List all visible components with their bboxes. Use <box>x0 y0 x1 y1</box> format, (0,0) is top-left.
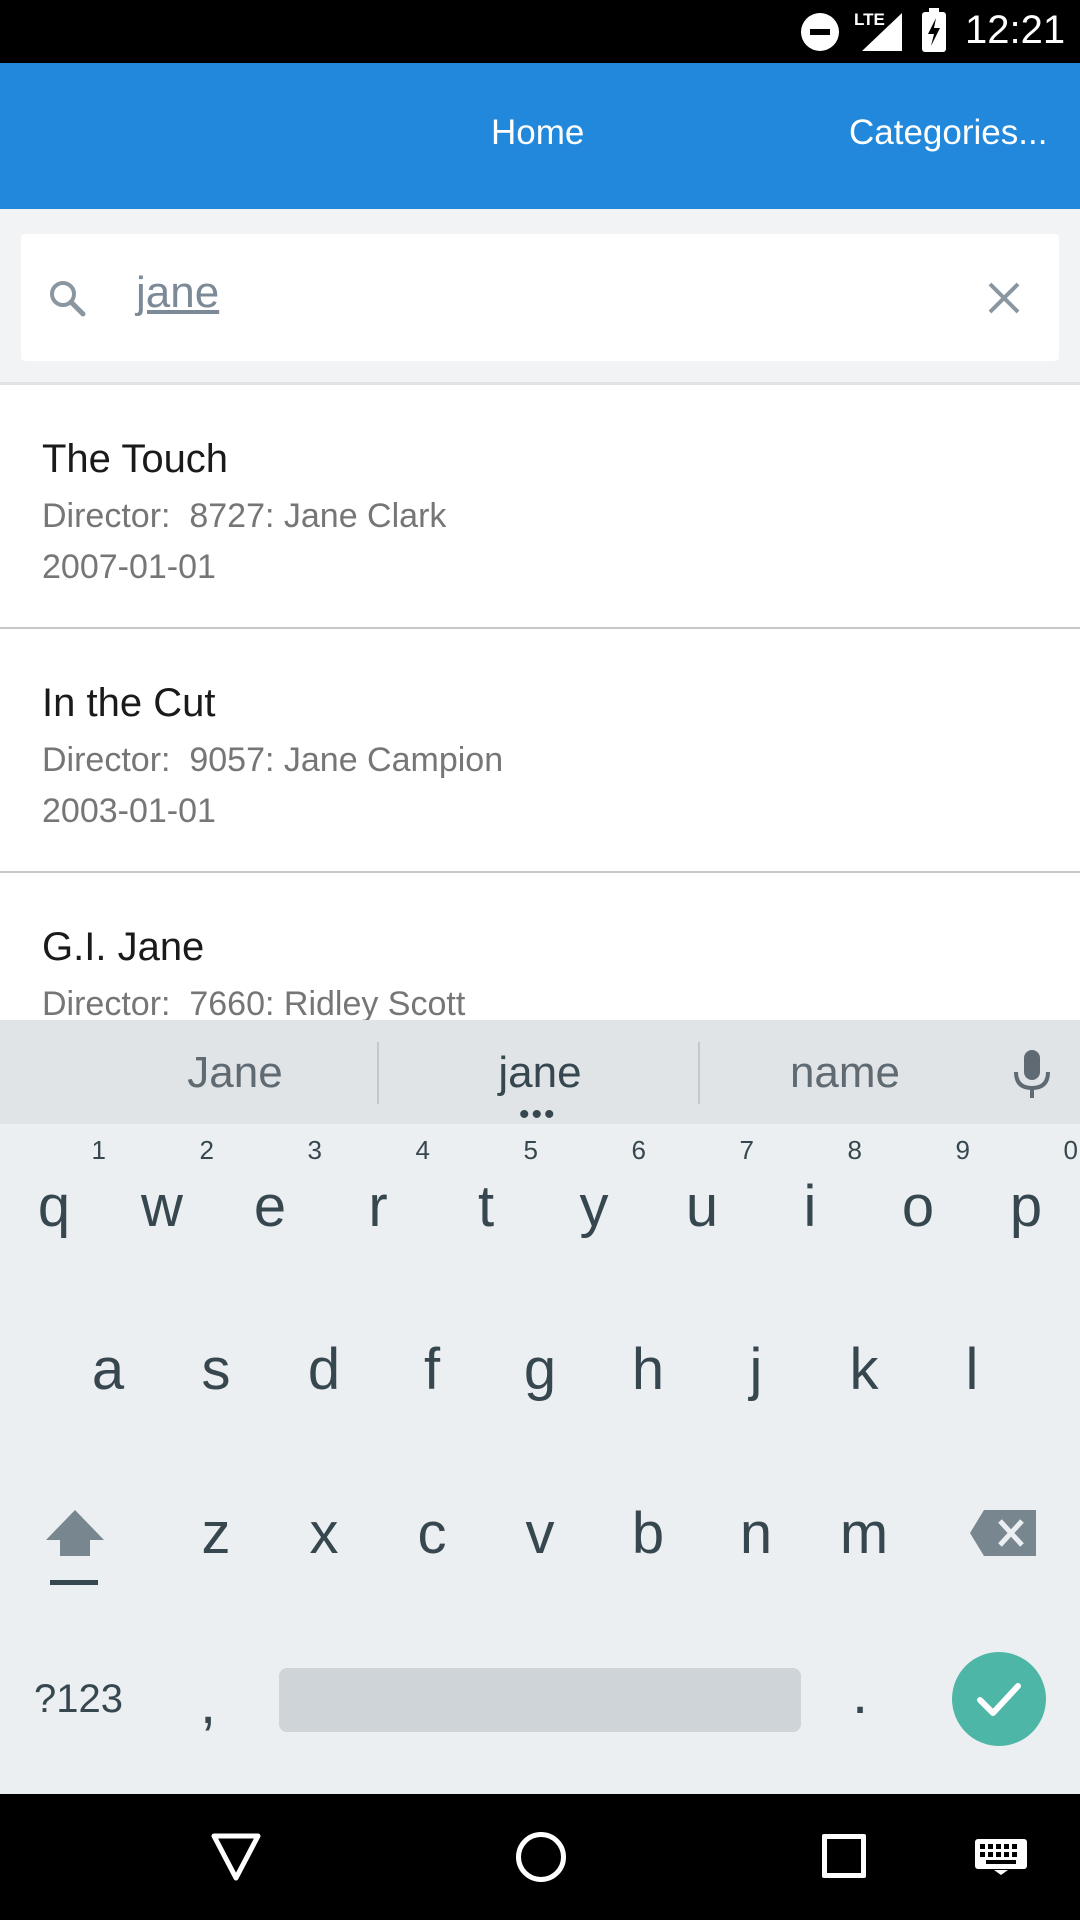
space-bar[interactable] <box>279 1668 801 1732</box>
key-x[interactable]: x <box>270 1500 378 1567</box>
recents-icon[interactable] <box>822 1834 866 1878</box>
key-f[interactable]: f <box>378 1336 486 1403</box>
movie-director: Director: 7660: Ridley Scott <box>42 985 466 1020</box>
search-icon <box>50 281 86 317</box>
key-z[interactable]: z <box>162 1500 270 1567</box>
movie-date: 2007-01-01 <box>42 548 216 586</box>
suggestion-item[interactable]: jane <box>400 1048 680 1098</box>
key-i[interactable]: i8 <box>756 1135 864 1240</box>
soft-keyboard: Jane jane ••• name q1 w2 e3 r4 t5 y6 u7 … <box>0 1020 1080 1794</box>
suggestion-item[interactable]: Jane <box>100 1048 370 1098</box>
movie-director: Director: 8727: Jane Clark <box>42 497 447 535</box>
key-n[interactable]: n <box>702 1500 810 1567</box>
list-item[interactable]: G.I. Jane Director: 7660: Ridley Scott <box>0 873 1080 1020</box>
done-button[interactable] <box>952 1652 1046 1746</box>
period-key[interactable]: . <box>852 1660 868 1727</box>
key-j[interactable]: j <box>702 1336 810 1403</box>
divider <box>377 1042 379 1104</box>
key-r[interactable]: r4 <box>324 1135 432 1240</box>
keyboard-icon[interactable] <box>974 1838 1028 1876</box>
key-g[interactable]: g <box>486 1336 594 1403</box>
microphone-icon[interactable] <box>1010 1048 1054 1100</box>
key-w[interactable]: w2 <box>108 1135 216 1240</box>
system-nav-bar <box>0 1794 1080 1920</box>
key-v[interactable]: v <box>486 1500 594 1567</box>
app-bar: Home Categories... <box>0 63 1080 209</box>
key-s[interactable]: s <box>162 1336 270 1403</box>
status-bar: LTE 12:21 <box>0 0 1080 63</box>
nav-home[interactable]: Home <box>491 113 584 153</box>
key-h[interactable]: h <box>594 1336 702 1403</box>
search-input[interactable]: jane <box>136 268 219 318</box>
movie-title: G.I. Jane <box>42 925 205 969</box>
suggestion-item[interactable]: name <box>710 1048 980 1098</box>
movie-title: In the Cut <box>42 681 216 725</box>
movie-title: The Touch <box>42 437 229 481</box>
suggestion-strip: Jane jane ••• name <box>0 1020 1080 1131</box>
key-m[interactable]: m <box>810 1500 918 1567</box>
backspace-icon[interactable] <box>970 1508 1038 1558</box>
key-d[interactable]: d <box>270 1336 378 1403</box>
key-e[interactable]: e3 <box>216 1135 324 1240</box>
back-icon[interactable] <box>210 1832 262 1882</box>
search-box[interactable]: jane <box>21 234 1059 361</box>
key-l[interactable]: l <box>918 1336 1026 1403</box>
home-icon[interactable] <box>516 1832 566 1882</box>
key-p[interactable]: p0 <box>972 1135 1080 1240</box>
checkmark-icon <box>977 1683 1021 1716</box>
close-icon[interactable] <box>986 280 1022 316</box>
key-y[interactable]: y6 <box>540 1135 648 1240</box>
key-b[interactable]: b <box>594 1500 702 1567</box>
results-list: The Touch Director: 8727: Jane Clark 200… <box>0 385 1080 1020</box>
key-u[interactable]: u7 <box>648 1135 756 1240</box>
more-suggestions-indicator: ••• <box>519 1098 557 1131</box>
signal-icon <box>862 13 902 51</box>
list-item[interactable]: In the Cut Director: 9057: Jane Campion … <box>0 629 1080 873</box>
list-item[interactable]: The Touch Director: 8727: Jane Clark 200… <box>0 385 1080 629</box>
key-k[interactable]: k <box>810 1336 918 1403</box>
divider <box>698 1042 700 1104</box>
movie-date: 2003-01-01 <box>42 792 216 830</box>
movie-director: Director: 9057: Jane Campion <box>42 741 504 779</box>
symbols-key[interactable]: ?123 <box>34 1677 123 1722</box>
key-c[interactable]: c <box>378 1500 486 1567</box>
clock: 12:21 <box>965 8 1066 52</box>
do-not-disturb-icon <box>801 13 839 51</box>
key-a[interactable]: a <box>54 1336 162 1403</box>
nav-categories[interactable]: Categories... <box>849 113 1047 153</box>
key-t[interactable]: t5 <box>432 1135 540 1240</box>
shift-icon[interactable] <box>40 1506 110 1588</box>
comma-key[interactable]: , <box>200 1670 216 1737</box>
key-o[interactable]: o9 <box>864 1135 972 1240</box>
key-q[interactable]: q1 <box>0 1135 108 1240</box>
search-area: jane <box>0 209 1080 385</box>
battery-charging-icon <box>922 8 946 52</box>
